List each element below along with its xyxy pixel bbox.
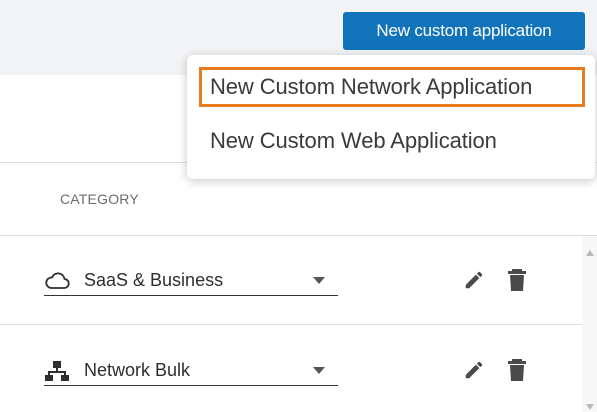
column-header-category: CATEGORY (60, 191, 139, 207)
edit-icon[interactable] (460, 355, 488, 385)
network-tree-icon (44, 358, 84, 384)
scroll-up-arrow-icon[interactable] (585, 244, 595, 256)
edit-icon[interactable] (460, 265, 488, 295)
vertical-scrollbar[interactable] (582, 236, 597, 412)
new-application-dropdown-menu: New Custom Network Application New Custo… (187, 55, 595, 179)
menu-item-new-custom-web-application[interactable]: New Custom Web Application (199, 121, 585, 161)
category-select-value: Network Bulk (84, 360, 191, 380)
page: New custom application CATEGORY SaaS & B… (0, 0, 597, 412)
table-row: SaaS & Business (0, 236, 582, 325)
scroll-down-arrow-icon[interactable] (585, 398, 595, 410)
category-select[interactable]: Network Bulk (44, 356, 338, 386)
new-custom-application-button[interactable]: New custom application (343, 12, 585, 50)
table-row: Network Bulk (0, 326, 582, 412)
chevron-down-icon (304, 268, 334, 294)
menu-item-new-custom-network-application[interactable]: New Custom Network Application (199, 67, 585, 107)
category-select-value: SaaS & Business (84, 270, 224, 290)
delete-icon[interactable] (503, 265, 531, 295)
cloud-icon (44, 268, 84, 294)
category-select[interactable]: SaaS & Business (44, 266, 338, 296)
chevron-down-icon (304, 358, 334, 384)
delete-icon[interactable] (503, 355, 531, 385)
